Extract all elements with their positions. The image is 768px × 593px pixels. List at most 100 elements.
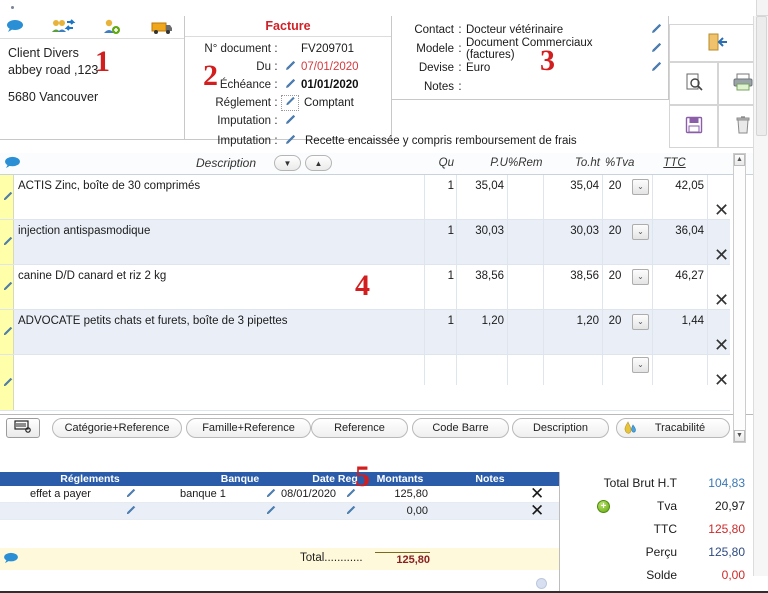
comment-bubble-icon[interactable] <box>4 156 21 172</box>
sort-descending-button[interactable]: ▼ <box>274 155 301 171</box>
notes-colon: : <box>458 81 462 93</box>
edit-pencil-icon[interactable] <box>125 488 136 502</box>
row-ttc: 1,44 <box>681 315 704 327</box>
search-by-categorie-reference-button[interactable]: Catégorie+Reference <box>52 418 182 438</box>
lines-scrollbar[interactable]: ▲ ▼ <box>733 153 746 443</box>
facture-label-imputation: Imputation <box>217 115 271 127</box>
column-header-qu[interactable]: Qu <box>414 157 454 169</box>
tva-dropdown-button[interactable]: ⌄ <box>632 357 649 373</box>
column-header-tva[interactable]: %Tva <box>605 157 645 169</box>
devise-value[interactable]: Euro <box>466 62 644 74</box>
edit-pencil-icon[interactable] <box>265 505 276 519</box>
search-by-reference-button[interactable]: Reference <box>311 418 408 438</box>
tracability-icon <box>623 421 637 441</box>
column-header-ttc[interactable]: TTC <box>652 157 697 169</box>
tva-dropdown-button[interactable]: ⌄ <box>632 269 649 285</box>
payments-total-value: 125,80 <box>375 552 430 566</box>
edit-pencil-icon[interactable] <box>644 42 668 57</box>
devise-colon: : <box>458 62 462 74</box>
tva-value: 20,97 <box>714 499 745 513</box>
delete-payment-button[interactable]: ✕ <box>530 501 544 521</box>
status-indicator[interactable] <box>536 578 547 589</box>
comment-bubble-icon[interactable] <box>3 552 19 567</box>
delete-row-button[interactable]: ✕ <box>714 246 729 264</box>
delete-row-button[interactable]: ✕ <box>714 201 729 219</box>
modele-colon: : <box>458 43 462 55</box>
tracabilite-button[interactable]: Tracabilité <box>616 418 730 438</box>
edit-pencil-icon[interactable] <box>281 114 299 129</box>
table-row[interactable]: ⌄ ✕ <box>0 355 730 411</box>
top-dot-marker <box>11 6 14 9</box>
barcode-scan-button[interactable] <box>6 418 40 438</box>
search-by-code-barre-button[interactable]: Code Barre <box>412 418 509 438</box>
callout-marker-2: 2 <box>203 59 218 92</box>
contact-value[interactable]: Docteur vétérinaire <box>466 24 644 36</box>
edit-pencil-icon[interactable] <box>2 191 13 205</box>
payment-reglement: effet a payer <box>30 488 91 500</box>
trash-icon <box>734 115 752 138</box>
row-gutter <box>0 265 14 309</box>
delete-row-button[interactable]: ✕ <box>714 371 729 389</box>
table-row[interactable]: injection antispasmodique 1 30,03 30,03 … <box>0 220 730 265</box>
column-header-rem[interactable]: %Rem <box>508 157 548 169</box>
delete-row-button[interactable]: ✕ <box>714 336 729 354</box>
search-by-famille-reference-button[interactable]: Famille+Reference <box>186 418 311 438</box>
tva-dropdown-button[interactable]: ⌄ <box>632 314 649 330</box>
table-row[interactable]: ACTIS Zinc, boîte de 30 comprimés 1 35,0… <box>0 175 730 220</box>
edit-pencil-icon[interactable] <box>345 505 356 519</box>
payment-row[interactable]: 0,00 ✕ <box>0 501 559 521</box>
facture-value-reglement[interactable]: Comptant <box>299 97 354 109</box>
row-toht: 30,03 <box>570 225 599 237</box>
column-header-toht[interactable]: To.ht <box>555 157 600 169</box>
print-preview-button[interactable] <box>669 62 718 105</box>
row-pu: 35,04 <box>475 180 504 192</box>
edit-pencil-icon[interactable] <box>2 377 13 391</box>
column-header-pu[interactable]: P.U <box>462 157 508 169</box>
devise-label: Devise <box>418 62 454 74</box>
exit-door-icon <box>707 32 729 55</box>
facture-value-du[interactable]: 07/01/2020 <box>299 61 359 73</box>
edit-pencil-icon[interactable] <box>281 95 299 111</box>
row-gutter <box>0 355 14 410</box>
page-scroll-thumb[interactable] <box>756 16 767 136</box>
delivery-truck-icon[interactable] <box>150 19 172 37</box>
facture-colon-reglement: : <box>274 97 278 109</box>
edit-pencil-icon[interactable] <box>644 61 668 76</box>
invoice-lines-table: Description ▼ ▲ Qu P.U %Rem To.ht %Tva T… <box>0 153 768 415</box>
percu-label: Perçu <box>645 545 677 559</box>
imputation-value[interactable]: Recette encaissée y compris remboursemen… <box>299 135 577 147</box>
edit-pencil-icon[interactable] <box>2 281 13 295</box>
add-client-icon[interactable] <box>103 19 125 37</box>
facture-label-numero: N° document <box>204 43 271 55</box>
modele-value[interactable]: Document Commerciaux (factures) <box>466 37 644 61</box>
tva-dropdown-button[interactable]: ⌄ <box>632 224 649 240</box>
tva-dropdown-button[interactable]: ⌄ <box>632 179 649 195</box>
scroll-up-button[interactable]: ▲ <box>734 154 745 166</box>
edit-pencil-icon[interactable] <box>644 23 668 38</box>
comment-bubble-icon[interactable] <box>6 19 28 37</box>
facture-panel: Facture N° document : FV209701 Du : 07/0… <box>185 16 392 140</box>
payment-row[interactable]: effet a payer banque 1 08/01/2020 125,80… <box>0 484 559 503</box>
table-row[interactable]: ADVOCATE petits chats et furets, boîte d… <box>0 310 730 355</box>
table-row[interactable]: canine D/D canard et riz 2 kg 1 38,56 38… <box>0 265 730 310</box>
delete-row-button[interactable]: ✕ <box>714 291 729 309</box>
payments-total-label: Total............ <box>300 552 363 564</box>
switch-client-icon[interactable] <box>52 19 76 37</box>
edit-pencil-icon[interactable] <box>265 488 276 502</box>
search-by-description-button[interactable]: Description <box>512 418 609 438</box>
edit-pencil-icon[interactable] <box>281 60 299 75</box>
facture-value-echeance[interactable]: 01/01/2020 <box>299 79 359 91</box>
row-tva: 20 <box>608 225 622 237</box>
save-button[interactable] <box>669 105 718 148</box>
page-scrollbar[interactable] <box>753 16 768 576</box>
client-panel: Client Divers abbey road ,123 5680 Vanco… <box>0 16 185 140</box>
edit-pencil-icon[interactable] <box>2 236 13 250</box>
edit-pencil-icon[interactable] <box>281 134 299 149</box>
tva-row: + Tva 20,97 <box>561 495 753 518</box>
sort-ascending-button[interactable]: ▲ <box>305 155 332 171</box>
expand-tva-button[interactable]: + <box>597 500 610 513</box>
edit-pencil-icon[interactable] <box>281 78 299 93</box>
column-header-description[interactable]: Description <box>196 156 256 170</box>
edit-pencil-icon[interactable] <box>2 326 13 340</box>
edit-pencil-icon[interactable] <box>125 505 136 519</box>
